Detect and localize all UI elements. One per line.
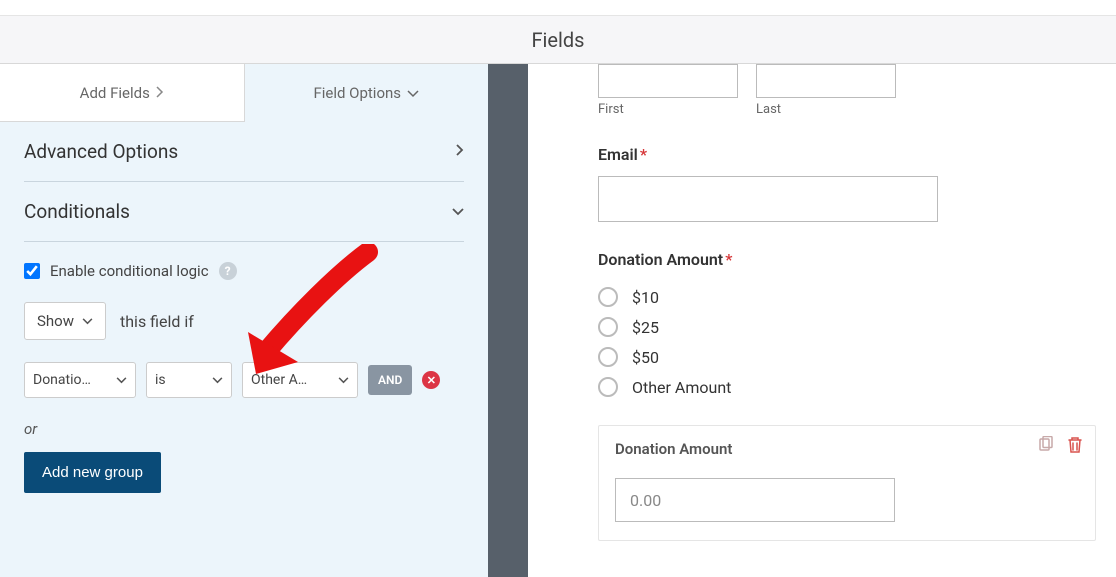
help-icon[interactable]: ? — [219, 262, 237, 280]
radio-icon — [598, 377, 618, 397]
rule-row: Donatio… is Other A… AND ✕ — [24, 362, 464, 398]
tab-field-options[interactable]: Field Options — [245, 64, 489, 122]
radio-label: $25 — [632, 318, 659, 337]
logic-action-row: Show this field if — [24, 302, 464, 340]
rule-field-select[interactable]: Donatio… — [24, 362, 136, 398]
amount-label: Donation Amount — [615, 440, 732, 458]
main-layout: Add Fields Field Options Advanced Option… — [0, 64, 1116, 577]
radio-option[interactable]: $50 — [598, 347, 1096, 367]
radio-label: $50 — [632, 348, 659, 367]
rule-operator-select[interactable]: is — [146, 362, 232, 398]
chevron-down-icon — [116, 377, 127, 384]
sidebar-panel: Add Fields Field Options Advanced Option… — [0, 64, 488, 577]
donation-radio-list: $10 $25 $50 Other Amount — [598, 287, 1096, 397]
enable-conditional-row: Enable conditional logic ? — [24, 262, 464, 280]
conditionals-body: Enable conditional logic ? Show this fie… — [24, 242, 464, 493]
chevron-down-icon — [82, 318, 93, 325]
donation-label: Donation Amount* — [598, 250, 732, 269]
add-group-button[interactable]: Add new group — [24, 452, 161, 493]
donation-amount-field: Donation Amount* $10 $25 $50 Other Amoun… — [598, 250, 1096, 397]
and-button[interactable]: AND — [368, 365, 412, 395]
section-title: Conditionals — [24, 200, 130, 223]
chevron-down-icon — [212, 377, 223, 384]
rule-field-value: Donatio… — [33, 372, 91, 388]
trash-icon[interactable] — [1067, 436, 1083, 458]
rule-operator-value: is — [155, 372, 166, 388]
or-label: or — [24, 420, 464, 438]
chevron-down-icon — [407, 84, 419, 102]
field-actions — [1037, 436, 1083, 458]
email-label: Email* — [598, 145, 647, 164]
last-name-input[interactable] — [756, 64, 896, 98]
close-icon: ✕ — [427, 375, 436, 386]
email-input[interactable] — [598, 176, 938, 222]
tab-label: Add Fields — [80, 84, 150, 102]
required-asterisk: * — [725, 250, 732, 269]
radio-icon — [598, 347, 618, 367]
selected-amount-field[interactable]: Donation Amount 0.00 — [598, 425, 1096, 541]
radio-option[interactable]: Other Amount — [598, 377, 1096, 397]
panel-divider — [488, 64, 528, 577]
chevron-right-icon — [156, 84, 164, 102]
first-name-input[interactable] — [598, 64, 738, 98]
email-field: Email* — [598, 145, 1096, 222]
tabs-row: Add Fields Field Options — [0, 64, 488, 122]
chevron-down-icon — [452, 204, 464, 220]
amount-input[interactable]: 0.00 — [615, 478, 895, 522]
enable-conditional-checkbox[interactable] — [24, 263, 40, 279]
duplicate-icon[interactable] — [1037, 436, 1055, 458]
section-conditionals[interactable]: Conditionals — [24, 182, 464, 242]
chevron-right-icon — [456, 144, 464, 160]
required-asterisk: * — [640, 145, 647, 164]
form-preview: First Last Email* Donation Amount* $10 $… — [528, 64, 1116, 577]
radio-option[interactable]: $10 — [598, 287, 1096, 307]
chevron-down-icon — [338, 377, 349, 384]
tab-label: Field Options — [313, 84, 401, 102]
radio-icon — [598, 317, 618, 337]
name-field-row: First Last — [598, 64, 1096, 117]
first-name-col: First — [598, 64, 738, 117]
radio-icon — [598, 287, 618, 307]
page-title: Fields — [532, 28, 585, 52]
delete-rule-button[interactable]: ✕ — [422, 371, 440, 389]
section-title: Advanced Options — [24, 140, 178, 163]
last-name-col: Last — [756, 64, 896, 117]
logic-phrase: this field if — [120, 312, 194, 331]
radio-label: Other Amount — [632, 378, 731, 397]
sidebar-content: Advanced Options Conditionals Enable con… — [0, 122, 488, 577]
radio-label: $10 — [632, 288, 659, 307]
rule-value-select[interactable]: Other A… — [242, 362, 358, 398]
last-name-sublabel: Last — [756, 102, 896, 117]
rule-value-value: Other A… — [251, 372, 307, 388]
action-select-value: Show — [37, 312, 74, 330]
window-top-bar — [0, 0, 1116, 16]
tab-add-fields[interactable]: Add Fields — [0, 64, 245, 122]
first-name-sublabel: First — [598, 102, 738, 117]
action-select[interactable]: Show — [24, 302, 106, 340]
section-advanced-options[interactable]: Advanced Options — [24, 122, 464, 182]
page-header: Fields — [0, 16, 1116, 64]
enable-conditional-label: Enable conditional logic — [50, 262, 209, 280]
radio-option[interactable]: $25 — [598, 317, 1096, 337]
